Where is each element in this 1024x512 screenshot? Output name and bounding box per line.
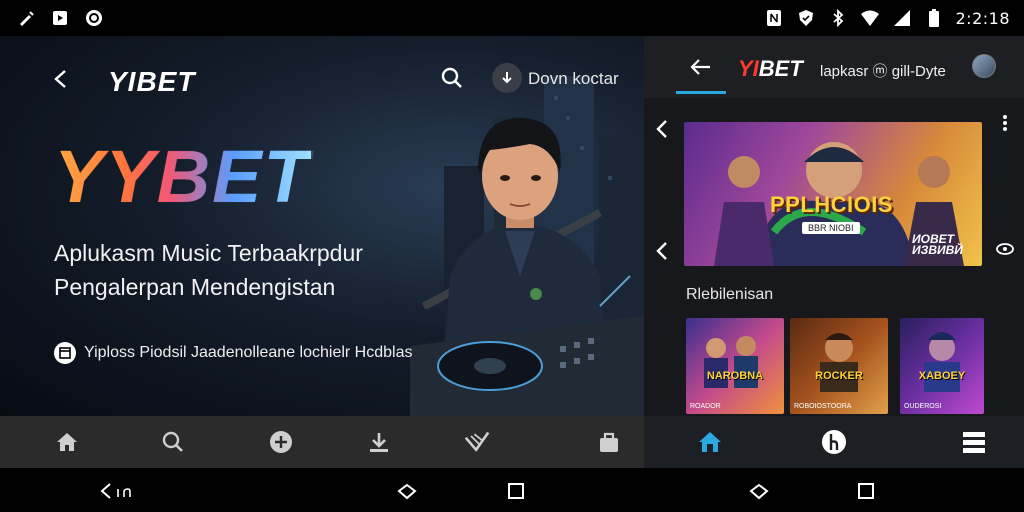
section-title: Rlebilenisan bbox=[686, 286, 774, 303]
feature-icon bbox=[54, 342, 76, 364]
bottom-nav-left bbox=[0, 416, 644, 468]
pen-icon bbox=[16, 8, 36, 28]
chevron-left-icon[interactable] bbox=[654, 118, 670, 145]
thumb-title: ROCKER bbox=[815, 370, 863, 382]
hero-logo: YYBET bbox=[54, 135, 311, 218]
recents-nav-button[interactable] bbox=[855, 480, 877, 502]
catalog-panel: YIBET lapkasr ⓜ gill-Dyte PPLHCIOIS BBR … bbox=[644, 36, 1024, 416]
chevron-left-icon[interactable] bbox=[654, 240, 670, 267]
back-button-right[interactable] bbox=[690, 58, 712, 81]
avatar[interactable] bbox=[972, 54, 996, 78]
thumb-illustration bbox=[820, 333, 858, 392]
home-nav-button[interactable] bbox=[396, 480, 418, 502]
download-label[interactable]: Dovn koctar bbox=[528, 69, 619, 89]
active-tab-indicator bbox=[676, 91, 726, 94]
promo-panel: YIBET Dovn koctar YYBET Aplukasm Music T… bbox=[0, 36, 644, 416]
search-icon[interactable] bbox=[440, 66, 464, 95]
nfc-icon bbox=[764, 8, 784, 28]
shield-circle-icon bbox=[84, 8, 104, 28]
signal-icon bbox=[892, 8, 912, 28]
plus-circle-icon[interactable] bbox=[268, 429, 294, 455]
bluetooth-icon bbox=[828, 8, 848, 28]
banner-side-text: ИОВЕТ ИЗВИВЙ bbox=[912, 232, 963, 257]
system-nav-bar bbox=[0, 468, 1024, 512]
dj-character-illustration bbox=[410, 117, 644, 416]
thumb-title: XABOEY bbox=[918, 370, 966, 382]
status-bar: 2:2:18 bbox=[0, 0, 1024, 36]
side-actions bbox=[992, 106, 1016, 406]
more-vert-icon[interactable] bbox=[1002, 114, 1008, 137]
game-thumbnail[interactable]: XABOEY OUDEROSI bbox=[900, 318, 984, 414]
download-icon[interactable] bbox=[366, 429, 392, 455]
logo-red-part: YI bbox=[738, 56, 759, 81]
feature-text: Yiploss Piodsil Jaadenolleane lochielr H… bbox=[84, 344, 413, 361]
featured-banner[interactable]: PPLHCIOIS BBR NIOBI ИОВЕТ ИЗВИВЙ bbox=[684, 122, 982, 266]
feature-row: Yiploss Piodsil Jaadenolleane lochielr H… bbox=[54, 342, 412, 364]
app-logo-right: YIBET bbox=[738, 56, 803, 82]
headline-line-1: Aplukasm Music Terbaakrpdur bbox=[54, 240, 363, 266]
headline-line-2: Pengalerpan Mendengistan bbox=[54, 274, 336, 300]
game-thumbnail[interactable]: NAROBNA ROADOR bbox=[686, 318, 784, 414]
logo-white-part: BET bbox=[758, 56, 803, 81]
headline: Aplukasm Music Terbaakrpdur Pengalerpan … bbox=[54, 236, 434, 304]
back-nav-button[interactable] bbox=[96, 480, 136, 502]
menu-icon[interactable] bbox=[960, 428, 988, 456]
recents-nav-button[interactable] bbox=[505, 480, 527, 502]
app-logo: YIBET bbox=[108, 66, 196, 97]
download-circle-icon[interactable] bbox=[820, 428, 848, 456]
wifi-icon bbox=[860, 8, 880, 28]
download-avatar-button[interactable] bbox=[492, 63, 522, 93]
thumb-illustration bbox=[924, 332, 960, 392]
thumb-illustration bbox=[704, 336, 758, 388]
banner-subtitle: BBR NIOBI bbox=[802, 222, 860, 234]
shield-icon bbox=[796, 8, 816, 28]
search-icon[interactable] bbox=[160, 429, 186, 455]
home-icon[interactable] bbox=[54, 429, 80, 455]
clock: 2:2:18 bbox=[955, 8, 1010, 28]
home-icon[interactable] bbox=[696, 428, 724, 456]
thumb-caption: ROADOR bbox=[690, 403, 721, 410]
thumb-caption: ROBOIOSTOORA bbox=[794, 403, 852, 410]
check-badge-icon[interactable] bbox=[464, 429, 490, 455]
thumb-caption: OUDEROSI bbox=[904, 403, 942, 410]
app-label: lapkasr ⓜ gill-Dyte bbox=[820, 63, 946, 80]
game-thumbnail[interactable]: ROCKER ROBOIOSTOORA bbox=[790, 318, 888, 414]
thumb-title: NAROBNA bbox=[706, 370, 764, 382]
back-button[interactable] bbox=[50, 68, 72, 95]
play-box-icon bbox=[50, 8, 70, 28]
battery-icon bbox=[924, 8, 944, 28]
banner-title: PPLHCIOIS bbox=[770, 192, 894, 217]
bag-icon[interactable] bbox=[596, 429, 622, 455]
home-nav-button[interactable] bbox=[748, 480, 770, 502]
bottom-nav-right bbox=[644, 416, 1024, 468]
eye-icon[interactable] bbox=[996, 242, 1014, 260]
